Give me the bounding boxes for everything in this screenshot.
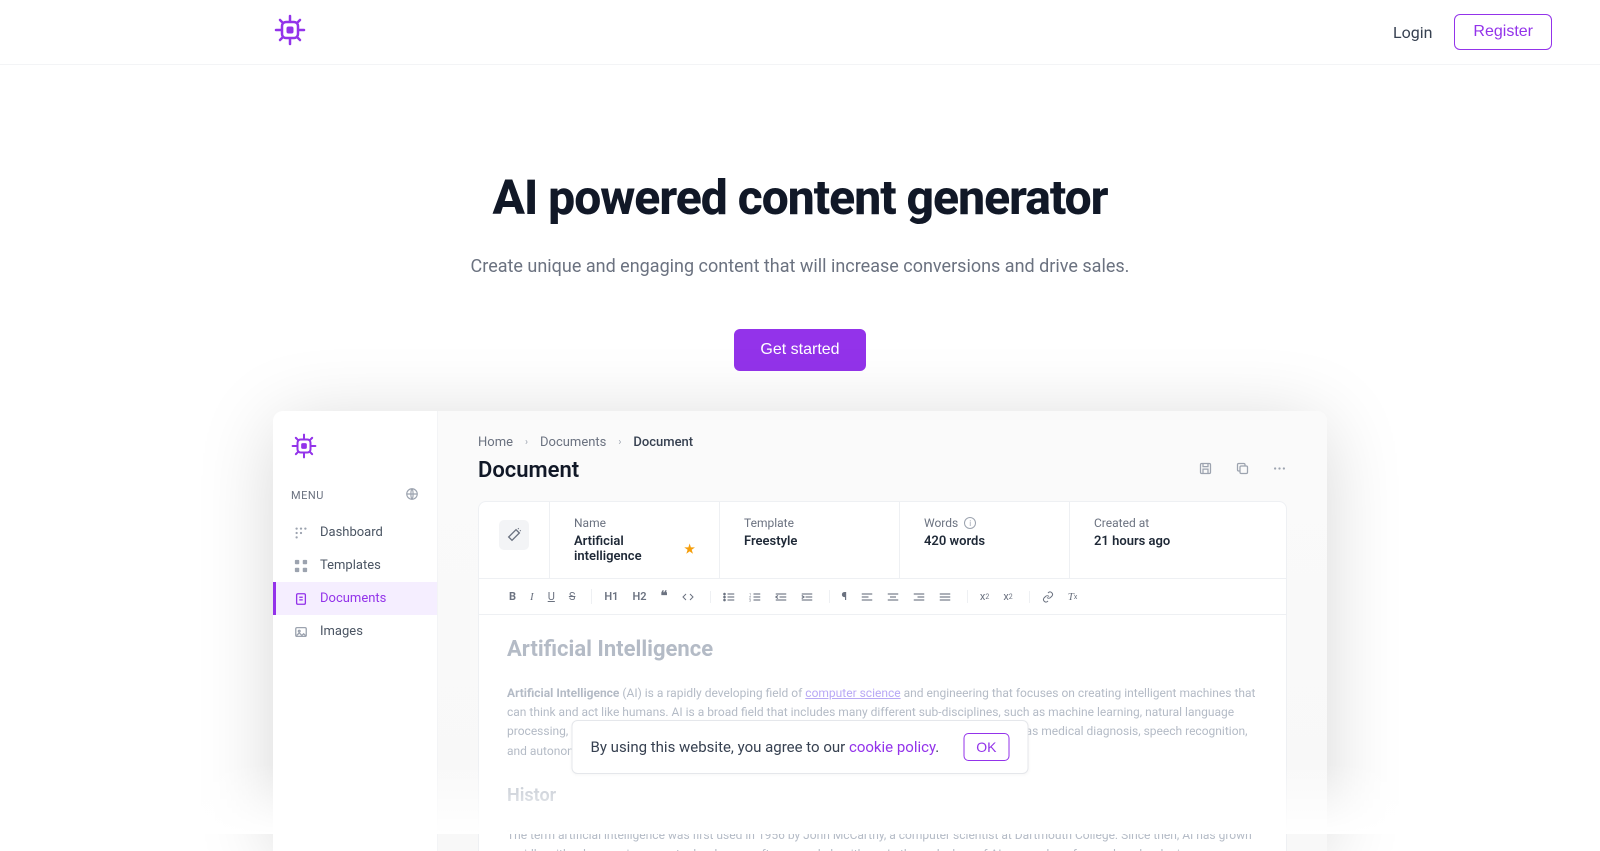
info-icon[interactable]: i	[964, 517, 976, 529]
meta-value-name: Artificial intelligence	[574, 534, 678, 564]
cookie-ok-button[interactable]: OK	[963, 733, 1009, 761]
strikethrough-button[interactable]: S	[569, 590, 576, 603]
meta-label-template: Template	[744, 516, 875, 530]
cpu-icon	[291, 433, 317, 459]
sidebar-item-templates[interactable]: Templates	[273, 549, 437, 582]
menu-label: MENU	[291, 489, 324, 502]
bold-button[interactable]: B	[509, 590, 516, 603]
sidebar-item-label: Templates	[320, 558, 381, 573]
hero-title: AI powered content generator	[0, 169, 1600, 226]
cookie-text-end: .	[935, 738, 939, 756]
sidebar-item-label: Documents	[320, 591, 386, 606]
subscript-button[interactable]: x2	[980, 590, 989, 603]
copy-icon[interactable]	[1235, 461, 1250, 480]
h1-button[interactable]: H1	[604, 589, 618, 604]
align-left-button[interactable]	[861, 590, 873, 603]
underline-button[interactable]: U	[548, 590, 555, 603]
svg-text:3: 3	[749, 598, 751, 602]
wand-icon	[499, 520, 529, 550]
cookie-text: By using this website, you agree to our	[591, 738, 849, 756]
clear-format-button[interactable]: Tx	[1068, 591, 1078, 603]
login-link[interactable]: Login	[1393, 23, 1432, 42]
quote-button[interactable]: ❝	[661, 589, 668, 604]
main-content: Home › Documents › Document Document	[438, 411, 1327, 851]
meta-value-words: 420 words	[924, 534, 1045, 549]
align-justify-button[interactable]	[939, 590, 951, 603]
doc-link[interactable]: computer science	[805, 686, 900, 700]
sidebar-item-images[interactable]: Images	[273, 615, 437, 648]
sidebar-item-label: Dashboard	[320, 525, 383, 540]
doc-heading: Artificial Intelligence	[507, 637, 1258, 662]
chevron-right-icon: ›	[618, 437, 621, 448]
document-icon	[294, 592, 308, 606]
breadcrumb-current: Document	[633, 435, 693, 450]
align-center-button[interactable]	[887, 590, 899, 603]
cookie-banner: By using this website, you agree to our …	[572, 720, 1029, 774]
grid-icon	[294, 526, 308, 540]
breadcrumbs: Home › Documents › Document	[478, 435, 1287, 450]
site-logo[interactable]	[274, 14, 306, 50]
list-ol-button[interactable]: 123	[749, 591, 761, 603]
h2-button[interactable]: H2	[632, 589, 646, 604]
list-ul-button[interactable]	[723, 591, 735, 603]
document-card: Name Artificial intelligence ★ Template …	[478, 501, 1287, 851]
sidebar-item-documents[interactable]: Documents	[273, 582, 437, 615]
sidebar: MENU Dashboard Templates Documents	[273, 411, 438, 851]
breadcrumb-documents[interactable]: Documents	[540, 435, 606, 450]
meta-value-template: Freestyle	[744, 534, 875, 549]
get-started-button[interactable]: Get started	[734, 329, 865, 371]
chevron-right-icon: ›	[525, 437, 528, 448]
breadcrumb-home[interactable]: Home	[478, 435, 513, 450]
meta-value-created: 21 hours ago	[1094, 534, 1262, 549]
align-right-button[interactable]	[913, 590, 925, 603]
image-icon	[294, 625, 308, 639]
cookie-policy-link[interactable]: cookie policy	[849, 738, 935, 756]
code-button[interactable]	[682, 589, 694, 604]
link-button[interactable]	[1042, 591, 1054, 603]
paragraph-button[interactable]: ¶	[842, 590, 847, 603]
sidebar-item-dashboard[interactable]: Dashboard	[273, 516, 437, 549]
superscript-button[interactable]: x2	[1003, 590, 1012, 603]
apps-icon	[294, 559, 308, 573]
sidebar-logo[interactable]	[273, 433, 437, 487]
meta-label-words: Words	[924, 516, 958, 530]
sidebar-item-label: Images	[320, 624, 363, 639]
doc-paragraph: The term artificial intelligence was fir…	[507, 826, 1258, 851]
outdent-button[interactable]	[775, 591, 787, 603]
meta-label-name: Name	[574, 516, 695, 530]
editor-toolbar: B I U S H1 H2 ❝ 123	[479, 579, 1286, 615]
hero-subtitle: Create unique and engaging content that …	[0, 256, 1600, 277]
save-icon[interactable]	[1198, 461, 1213, 480]
italic-button[interactable]: I	[530, 590, 534, 603]
register-button[interactable]: Register	[1454, 14, 1552, 50]
more-icon[interactable]	[1272, 461, 1287, 480]
language-icon[interactable]	[405, 487, 419, 504]
meta-label-created: Created at	[1094, 516, 1262, 530]
cpu-icon	[274, 14, 306, 46]
doc-subheading: Histor	[507, 785, 1258, 806]
page-title: Document	[478, 458, 579, 483]
indent-button[interactable]	[801, 591, 813, 603]
app-preview: MENU Dashboard Templates Documents	[273, 411, 1327, 851]
star-icon[interactable]: ★	[684, 542, 695, 556]
